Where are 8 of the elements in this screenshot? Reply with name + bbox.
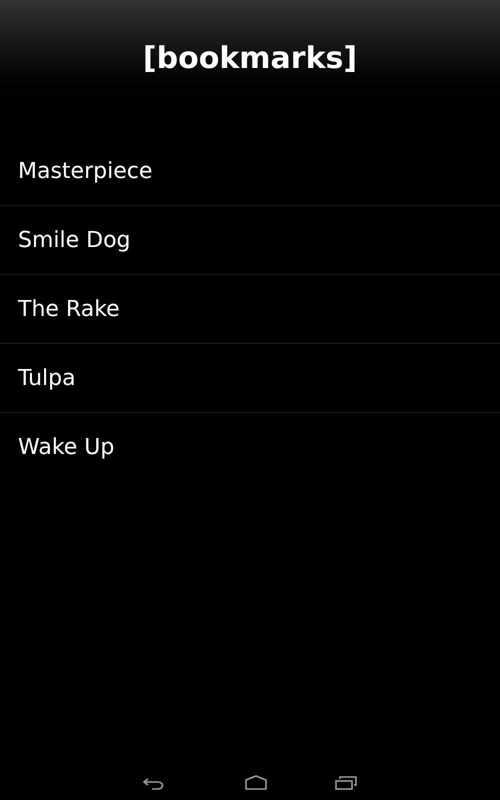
bookmark-item[interactable]: Smile Dog — [18, 224, 131, 256]
home-icon[interactable] — [244, 775, 268, 791]
bookmark-item[interactable]: Tulpa — [18, 362, 76, 394]
recent-apps-icon[interactable] — [334, 775, 358, 791]
bookmark-item[interactable]: Masterpiece — [18, 154, 152, 188]
bookmark-item[interactable]: The Rake — [18, 292, 120, 326]
header-title: [bookmarks] — [142, 44, 358, 74]
bookmark-item[interactable]: Wake Up — [18, 431, 114, 464]
